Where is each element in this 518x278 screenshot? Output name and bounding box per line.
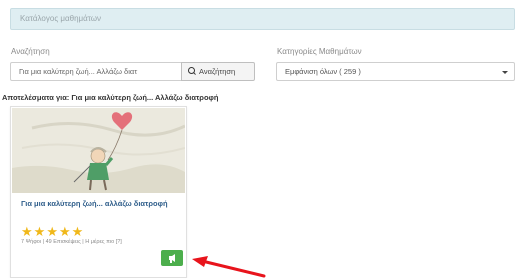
star-icon: ★ bbox=[58, 224, 71, 239]
course-meta: 7 Ψήφοι | 49 Επισκέψεις | Η μέρες πιο [?… bbox=[21, 239, 122, 245]
results-text: Αποτελέσματα για: Για μια καλύτερη ζωή..… bbox=[2, 93, 219, 102]
star-icon: ★ bbox=[33, 224, 46, 239]
categories-label: Κατηγορίες Μαθημάτων bbox=[277, 47, 362, 56]
search-label: Αναζήτηση bbox=[11, 47, 50, 56]
chevron-down-icon bbox=[502, 71, 508, 74]
star-icon: ★ bbox=[71, 224, 84, 239]
categories-select[interactable]: Εμφάνιση όλων ( 259 ) bbox=[276, 62, 515, 81]
search-input[interactable]: Για μια καλύτερη ζωή... Αλλάζω διατ bbox=[10, 62, 182, 81]
course-title[interactable]: Για μια καλύτερη ζωή... αλλάζω διατροφή bbox=[21, 199, 181, 209]
search-button[interactable]: Αναζήτηση bbox=[181, 62, 255, 81]
search-icon bbox=[188, 67, 195, 74]
course-image[interactable] bbox=[12, 108, 185, 193]
star-icon: ★ bbox=[21, 224, 33, 239]
enroll-button[interactable] bbox=[161, 250, 183, 266]
red-arrow-icon bbox=[192, 256, 266, 278]
course-illustration bbox=[12, 108, 185, 193]
star-icon: ★ bbox=[46, 224, 58, 239]
catalog-title: Κατάλογος μαθημάτων bbox=[20, 14, 102, 23]
course-card[interactable]: Για μια καλύτερη ζωή... αλλάζω διατροφή … bbox=[10, 106, 187, 278]
search-button-label: Αναζήτηση bbox=[199, 67, 236, 76]
categories-selected-value: Εμφάνιση όλων ( 259 ) bbox=[285, 67, 361, 76]
enroll-icon bbox=[169, 254, 175, 263]
catalog-header: Κατάλογος μαθημάτων bbox=[10, 8, 515, 30]
